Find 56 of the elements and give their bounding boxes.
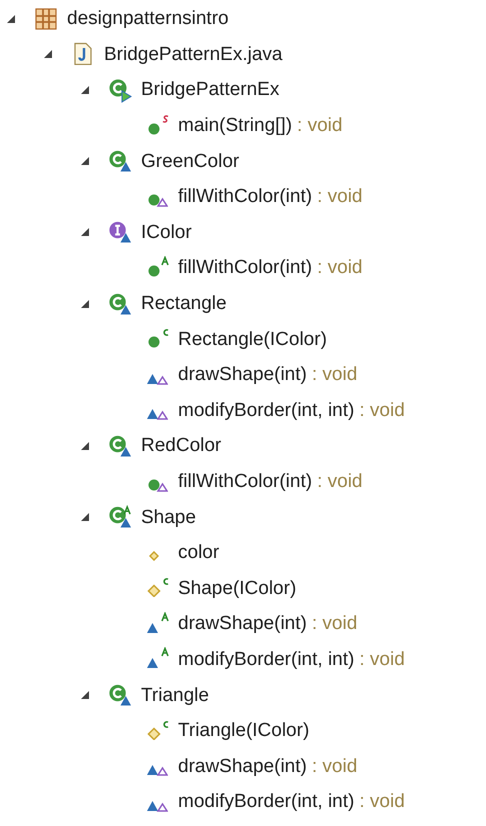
return-type: : void xyxy=(312,756,358,776)
class-icon xyxy=(108,683,132,708)
tree-item-label[interactable]: modifyBorder(int, int) xyxy=(178,400,354,420)
return-type: : void xyxy=(297,116,342,136)
java-file-icon xyxy=(74,42,92,66)
constructor-icon xyxy=(147,328,169,348)
override-method-icon xyxy=(146,764,168,776)
tree-item-label[interactable]: Rectangle(IColor) xyxy=(178,330,327,349)
tree-item-label[interactable]: Shape(IColor) xyxy=(178,578,296,598)
tree-item-label[interactable]: drawShape(int) xyxy=(178,614,307,634)
abstract-method-icon xyxy=(146,647,169,670)
override-method-icon xyxy=(147,192,168,207)
package-icon xyxy=(35,8,57,30)
return-type: : void xyxy=(317,187,362,206)
tree-item-label[interactable]: Rectangle xyxy=(141,294,227,314)
override-method-icon xyxy=(146,408,168,420)
constructor-icon xyxy=(147,577,169,598)
tree-item-label[interactable]: fillWithColor(int) xyxy=(178,187,312,206)
tree-item-label[interactable]: Shape xyxy=(141,508,196,527)
tree-item-label[interactable]: drawShape(int) xyxy=(178,365,307,384)
return-type: : void xyxy=(312,614,358,634)
tree-item-label[interactable]: GreenColor xyxy=(141,152,240,171)
tree-item-label[interactable]: modifyBorder(int, int) xyxy=(178,792,354,812)
return-type: : void xyxy=(312,365,358,384)
class-icon xyxy=(108,292,132,316)
tree-item-label[interactable]: drawShape(int) xyxy=(178,756,307,776)
return-type: : void xyxy=(359,792,405,812)
abstract-class-icon xyxy=(108,505,132,530)
field-icon xyxy=(149,550,159,561)
return-type: : void xyxy=(317,472,362,492)
return-type: : void xyxy=(359,650,405,669)
override-method-icon xyxy=(146,372,168,385)
override-method-icon xyxy=(146,800,168,812)
tree-item-label[interactable]: Triangle xyxy=(141,686,209,705)
tree-item-label[interactable]: Triangle(IColor) xyxy=(178,721,310,740)
tree-item-label[interactable]: IColor xyxy=(141,222,192,242)
class-icon xyxy=(108,149,132,174)
return-type: : void xyxy=(317,258,362,278)
return-type: : void xyxy=(359,400,405,420)
tree-item-label[interactable]: main(String[]) xyxy=(178,116,292,136)
tree-item-label[interactable]: designpatternsintro xyxy=(67,9,229,28)
tree-item-label[interactable]: BridgePatternEx.java xyxy=(104,44,282,64)
tree-item-label[interactable]: color xyxy=(178,543,220,562)
class-icon xyxy=(108,434,132,458)
tree-item-label[interactable]: BridgePatternEx xyxy=(141,80,280,100)
tree-item-label[interactable]: fillWithColor(int) xyxy=(178,472,312,492)
abstract-method-icon xyxy=(147,256,169,277)
tree-item-label[interactable]: fillWithColor(int) xyxy=(178,258,312,278)
static-method-icon xyxy=(147,114,169,136)
class-run-icon xyxy=(108,78,132,103)
interface-icon xyxy=(108,220,132,244)
override-method-icon xyxy=(147,478,168,492)
constructor-icon xyxy=(147,720,169,740)
tree-item-label[interactable]: modifyBorder(int, int) xyxy=(178,650,354,669)
tree-item-label[interactable]: RedColor xyxy=(141,436,222,456)
abstract-method-icon xyxy=(146,612,169,634)
